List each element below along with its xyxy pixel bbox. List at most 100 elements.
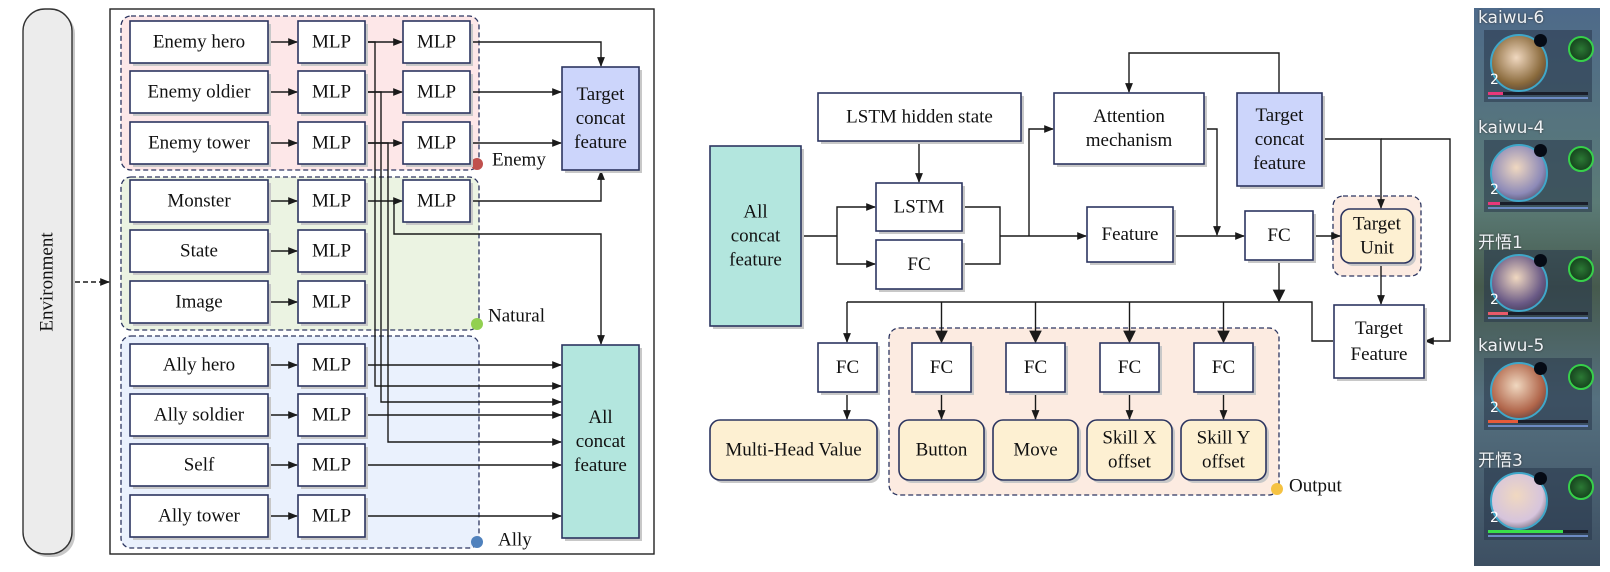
target-unit: Target Unit (1340, 208, 1416, 266)
fc-button: FC (911, 342, 974, 395)
hero-level: 2 (1490, 72, 1499, 88)
hero-card: kaiwu-5 2 (1478, 336, 1594, 430)
mlp1-ally-0: MLP (297, 343, 368, 389)
hero-health-fill (1488, 92, 1503, 95)
input-ally-0: Ally hero (129, 343, 271, 389)
mlp1-natural-1: MLP (297, 229, 368, 275)
input-ally-1-label: Ally soldier (154, 405, 245, 426)
hero-mana-bar (1488, 97, 1588, 99)
game-hero-list-panel: kaiwu-6 2 kaiwu-4 2 开悟1 2 kaiwu-5 2 开悟3 2 (1474, 8, 1600, 566)
head-move-label: Move (1013, 440, 1057, 461)
input-ally-1: Ally soldier (129, 393, 271, 439)
attention-mechanism-label: mechanism (1086, 130, 1173, 151)
target-feature-rect (1333, 304, 1425, 379)
all-concat-feature-label: feature (729, 250, 782, 271)
left-target-concat-feature-label: concat (576, 108, 626, 129)
hero-health-bar (1488, 530, 1588, 533)
input-natural-2-label: Image (175, 292, 222, 313)
mlp1-enemy-1: MLP (297, 70, 368, 116)
hero-frame: 2 (1484, 358, 1594, 430)
all-concat-feature-label: concat (731, 226, 781, 247)
hero-card: kaiwu-6 2 (1478, 8, 1594, 102)
input-ally-0-label: Ally hero (163, 355, 235, 376)
input-enemy-2-label: Enemy tower (148, 133, 251, 154)
mlp1-ally-1: MLP (297, 393, 368, 439)
summoner-skill-icon (1568, 36, 1594, 62)
mlp1-ally-3-label: MLP (312, 506, 351, 527)
hero-health-bar (1488, 420, 1588, 423)
hero-frame: 2 (1484, 468, 1594, 540)
mlp1-natural-2-label: MLP (312, 292, 351, 313)
value-fc: FC (817, 342, 880, 395)
mlp1-ally-2-label: MLP (312, 455, 351, 476)
attention-mechanism: Attention mechanism (1053, 92, 1207, 167)
head-skill-x-offset-label: offset (1108, 452, 1152, 473)
fc-main: FC (1244, 210, 1316, 263)
input-enemy-1: Enemy oldier (129, 70, 271, 116)
attention-mechanism-rect (1053, 92, 1205, 165)
mlp2-enemy-1: MLP (402, 70, 473, 116)
left-all-concat-feature-label: concat (576, 431, 626, 452)
hero-card: 开悟1 2 (1478, 228, 1594, 322)
group-natural-label: Natural (488, 306, 545, 327)
mlp2-enemy-2-label: MLP (417, 133, 456, 154)
lstm: LSTM (875, 182, 965, 234)
hero-health-fill (1488, 202, 1500, 205)
left-all-concat-feature-label: All (588, 407, 612, 428)
fc-button-label: FC (930, 357, 953, 378)
input-ally-2: Self (129, 443, 271, 489)
right-target-concat-feature-label: Target (1256, 105, 1305, 126)
input-natural-0-label: Monster (167, 191, 231, 212)
mlp1-natural-1-label: MLP (312, 241, 351, 262)
left-all-concat-feature-label: feature (574, 455, 627, 476)
input-enemy-0: Enemy hero (129, 20, 271, 66)
lstm-hidden-state: LSTM hidden state (817, 92, 1024, 144)
hero-frame: 2 (1484, 250, 1594, 322)
mlp1-enemy-0: MLP (297, 20, 368, 66)
fc-side: FC (875, 239, 965, 292)
hero-name: kaiwu-5 (1478, 336, 1545, 356)
input-enemy-1-label: Enemy oldier (148, 82, 252, 103)
fc-skill-x-offset: FC (1099, 342, 1162, 395)
arrow-target-attention (1125, 52, 1280, 93)
hero-level: 2 (1490, 182, 1499, 198)
mlp2-enemy-2: MLP (402, 121, 473, 167)
value-fc-label: FC (836, 357, 859, 378)
head-skill-y-offset: Skill Y offset (1180, 419, 1269, 483)
left-target-concat-feature-label: feature (574, 132, 627, 153)
summoner-skill-icon (1568, 474, 1594, 500)
mlp1-ally-0-label: MLP (312, 355, 351, 376)
hero-health-fill (1488, 530, 1563, 533)
right-target-concat-feature-label: feature (1253, 153, 1306, 174)
summoner-skill-icon (1568, 364, 1594, 390)
mlp1-ally-1-label: MLP (312, 405, 351, 426)
hero-card: 开悟3 2 (1478, 446, 1594, 540)
hero-health-fill (1488, 420, 1518, 423)
input-ally-3-label: Ally tower (158, 506, 240, 527)
head-button: Button (898, 419, 987, 483)
mlp1-natural-2: MLP (297, 280, 368, 326)
right-target-concat-feature: Target concat feature (1236, 92, 1325, 189)
mlp2-enemy-0-label: MLP (417, 32, 456, 53)
status-dot-icon (1534, 34, 1547, 47)
mlp1-natural-0-label: MLP (312, 191, 351, 212)
hero-frame: 2 (1484, 140, 1594, 212)
multi-head-value-label: Multi-Head Value (725, 440, 861, 461)
mlp1-ally-3: MLP (297, 494, 368, 540)
input-ally-2-label: Self (184, 455, 215, 476)
fc-move-label: FC (1024, 357, 1047, 378)
target-feature-label: Target (1355, 318, 1404, 339)
group-natural-dot (471, 318, 483, 330)
hero-mana-bar (1488, 535, 1588, 537)
left-target-concat-feature-label: Target (577, 84, 626, 105)
mlp2-enemy-1-label: MLP (417, 82, 456, 103)
hero-health-fill (1488, 312, 1508, 315)
multi-head-value: Multi-Head Value (709, 419, 880, 483)
arrow-mlp2-3-target (470, 170, 605, 202)
arrow-split-fc (836, 236, 876, 268)
mlp1-enemy-1-label: MLP (312, 82, 351, 103)
summoner-skill-icon (1568, 146, 1594, 172)
status-dot-icon (1534, 472, 1547, 485)
fc-skill-y-offset-label: FC (1212, 357, 1235, 378)
all-concat-feature-label: All (743, 202, 767, 223)
